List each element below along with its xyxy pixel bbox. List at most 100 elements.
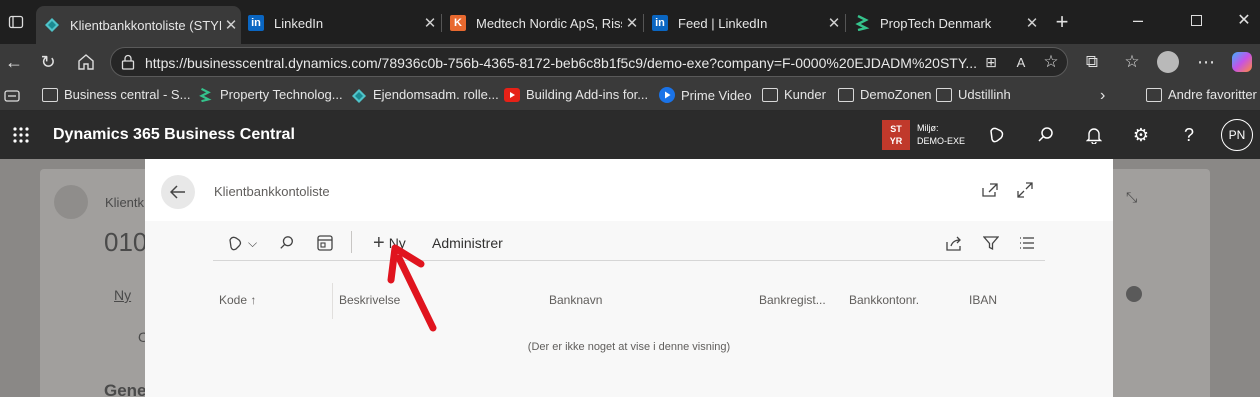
copilot-analyze-button[interactable]: ⌵ xyxy=(227,231,257,255)
other-favorites-label: Andre favoritter xyxy=(1168,87,1257,102)
favorite-kunder[interactable]: Kunder xyxy=(762,87,826,102)
tab-klientbankkontoliste[interactable]: Klientbankkontoliste (STYR ✕ xyxy=(36,6,241,44)
back-arrow-icon[interactable] xyxy=(161,175,195,209)
tab-label: Medtech Nordic ApS, Rissl xyxy=(476,15,622,31)
filter-icon[interactable] xyxy=(983,231,999,255)
bc-diamond-icon xyxy=(44,17,60,33)
favorite-label: Ejendomsadm. rolle... xyxy=(373,87,499,102)
favorite-label: Udstillinh xyxy=(958,87,1011,102)
bc-diamond-icon xyxy=(351,88,367,103)
column-header-bankregist[interactable]: Bankregist... xyxy=(759,293,826,307)
prime-video-icon xyxy=(659,87,675,103)
more-menu-icon[interactable]: ⋯ xyxy=(1192,48,1220,76)
close-window-icon[interactable]: ✕ xyxy=(1230,6,1258,34)
favorite-star-icon[interactable]: ☆ xyxy=(1037,48,1065,76)
favorite-udstillinh[interactable]: Udstillinh xyxy=(936,87,1011,102)
browser-tab-strip: Klientbankkontoliste (STYR ✕ in LinkedIn… xyxy=(0,0,1260,44)
background-back-icon xyxy=(54,185,88,219)
read-aloud-icon[interactable]: A xyxy=(1007,48,1035,76)
column-header-banknavn[interactable]: Banknavn xyxy=(549,293,602,307)
tab-label: PropTech Denmark xyxy=(880,15,992,31)
annotation-arrow-icon xyxy=(387,244,437,332)
minimize-icon[interactable]: – xyxy=(1124,6,1152,34)
environment-badge[interactable]: ST YR xyxy=(882,120,910,150)
tab-actions-icon[interactable] xyxy=(2,8,30,36)
notifications-bell-icon[interactable] xyxy=(1082,123,1106,147)
open-in-new-window-icon[interactable] xyxy=(982,183,998,202)
toolbar-divider xyxy=(351,231,352,253)
column-header-kode[interactable]: Kode ↑ xyxy=(219,293,256,307)
sort-arrow-icon: ↑ xyxy=(250,293,257,307)
expand-icon[interactable] xyxy=(1017,182,1033,203)
folder-icon xyxy=(762,87,778,102)
home-icon[interactable] xyxy=(72,48,100,76)
new-tab-icon[interactable]: + xyxy=(1048,8,1076,36)
env-badge-line2: YR xyxy=(889,136,903,146)
favorite-property-technology[interactable]: Property Technolog... xyxy=(198,87,343,102)
search-icon[interactable] xyxy=(1034,123,1058,147)
refresh-icon[interactable]: ↻ xyxy=(34,48,62,76)
close-tab-icon[interactable]: ✕ xyxy=(221,16,241,34)
favorite-label: Kunder xyxy=(784,87,826,102)
address-bar[interactable]: https://businesscentral.dynamics.com/789… xyxy=(110,47,1068,77)
tab-feed-linkedin[interactable]: in Feed | LinkedIn ✕ xyxy=(644,6,844,40)
proptech-icon xyxy=(198,87,214,102)
search-icon[interactable] xyxy=(279,231,295,255)
maximize-icon[interactable] xyxy=(1182,6,1210,34)
copilot-icon[interactable] xyxy=(985,123,1009,147)
info-icon xyxy=(1126,286,1142,302)
edit-list-icon[interactable] xyxy=(317,231,333,255)
proptech-icon xyxy=(854,15,870,31)
favorite-label: Business central - S... xyxy=(64,87,191,102)
empty-list-message: (Der er ikke noget at vise i denne visni… xyxy=(527,341,731,353)
extensions-icon[interactable]: ⧉ xyxy=(1078,48,1106,76)
share-icon[interactable] xyxy=(946,231,964,255)
background-section: Gene xyxy=(104,381,147,397)
environment-info[interactable]: Miljø: DEMO-EXE xyxy=(917,122,965,148)
app-launcher-icon[interactable] xyxy=(12,126,30,144)
favorite-business-central[interactable]: Business central - S... xyxy=(42,87,190,102)
list-view-icon[interactable] xyxy=(1019,231,1035,255)
tab-label: LinkedIn xyxy=(274,15,324,31)
settings-gear-icon[interactable]: ⚙ xyxy=(1129,123,1153,147)
browser-toolbar: ← ↻ https://businesscentral.dynamics.com… xyxy=(0,44,1260,80)
klientbankkontoliste-dialog: Klientbankkontoliste ⌵ + Ny Administrer xyxy=(145,159,1113,397)
page-title: Klientbankkontoliste xyxy=(214,184,330,199)
favorite-label: Prime Video xyxy=(681,87,752,103)
favorite-demozonen[interactable]: DemoZonen xyxy=(838,87,932,102)
tab-label: Klientbankkontoliste (STYR xyxy=(70,17,221,33)
column-header-bankkontonr[interactable]: Bankkontonr. xyxy=(849,293,919,307)
reading-list-icon[interactable] xyxy=(0,82,24,110)
help-icon[interactable]: ? xyxy=(1177,123,1201,147)
action-bar: ⌵ + Ny Administrer xyxy=(213,225,1045,261)
user-avatar[interactable]: PN xyxy=(1221,119,1253,151)
app-available-icon[interactable]: ⊞ xyxy=(977,48,1005,76)
column-divider xyxy=(332,283,333,319)
favorite-prime-video[interactable]: Prime Video xyxy=(659,87,752,103)
favorite-label: DemoZonen xyxy=(860,87,932,102)
profile-avatar[interactable] xyxy=(1154,48,1182,76)
plus-icon: + xyxy=(373,232,385,254)
tab-label: Feed | LinkedIn xyxy=(678,15,768,31)
copilot-icon[interactable] xyxy=(1228,48,1256,76)
favorites-bar: Business central - S... Property Technol… xyxy=(0,80,1260,111)
close-tab-icon[interactable]: ✕ xyxy=(1022,14,1042,32)
close-tab-icon[interactable]: ✕ xyxy=(622,14,642,32)
tab-proptech[interactable]: PropTech Denmark ✕ xyxy=(846,6,1042,40)
youtube-icon xyxy=(504,87,520,102)
favorite-building-addins[interactable]: Building Add-ins for... xyxy=(504,87,648,102)
lock-icon[interactable] xyxy=(121,54,135,70)
favorites-overflow-chevron-icon[interactable]: › xyxy=(1100,87,1105,105)
close-tab-icon[interactable]: ✕ xyxy=(420,14,440,32)
back-arrow-icon[interactable]: ← xyxy=(0,48,28,76)
tab-medtech[interactable]: K Medtech Nordic ApS, Rissl ✕ xyxy=(442,6,642,40)
close-tab-icon[interactable]: ✕ xyxy=(824,14,844,32)
linkedin-icon: in xyxy=(248,15,264,31)
favorite-ejendomsadm[interactable]: Ejendomsadm. rolle... xyxy=(351,87,499,103)
favorites-icon[interactable]: ☆ xyxy=(1118,48,1146,76)
env-name: DEMO-EXE xyxy=(917,136,966,146)
column-header-iban[interactable]: IBAN xyxy=(969,293,997,307)
tab-linkedin[interactable]: in LinkedIn ✕ xyxy=(240,6,440,40)
other-favorites[interactable]: Andre favoritter xyxy=(1146,87,1257,102)
background-breadcrumb: Klientk xyxy=(105,195,145,210)
